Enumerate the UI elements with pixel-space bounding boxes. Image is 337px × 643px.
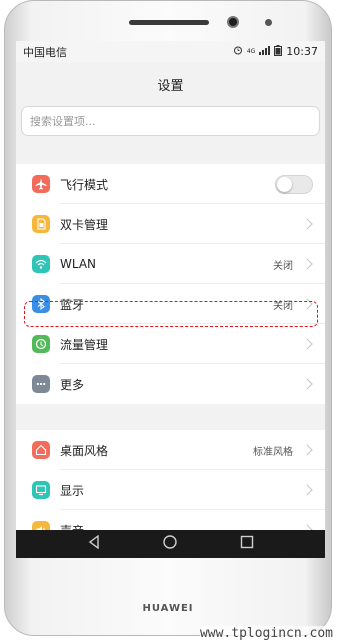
screen: 中国电信 4G 10:37 设置 搜索设置项... 飞行模式 双卡管理 WLAN… xyxy=(16,41,325,558)
status-icons: 4G 10:37 xyxy=(233,44,318,59)
settings-row[interactable]: 桌面风格 标准风格 xyxy=(16,430,325,470)
home-icon[interactable] xyxy=(163,535,178,553)
settings-row[interactable]: 更多 xyxy=(16,364,325,404)
airplane-mode-toggle[interactable] xyxy=(275,174,313,194)
home-style-icon xyxy=(32,441,50,459)
navigation-bar xyxy=(16,530,325,558)
settings-row-value: 关闭 xyxy=(273,300,293,312)
settings-row-label: WLAN xyxy=(60,257,97,271)
front-camera-icon xyxy=(227,16,239,28)
settings-row[interactable]: 流量管理 xyxy=(16,324,325,364)
chevron-right-icon xyxy=(301,218,313,230)
phone-frame: 中国电信 4G 10:37 设置 搜索设置项... 飞行模式 双卡管理 WLAN… xyxy=(4,0,332,636)
settings-group-connectivity: 飞行模式 双卡管理 WLAN 关闭 蓝牙 关闭 流量管理 更多 xyxy=(16,164,325,404)
phone-top-bezel xyxy=(5,1,331,41)
battery-icon xyxy=(274,44,283,59)
settings-row-label: 显示 xyxy=(60,483,85,498)
data-usage-icon xyxy=(32,335,50,353)
search-input[interactable]: 搜索设置项... xyxy=(21,106,320,136)
status-bar: 中国电信 4G 10:37 xyxy=(16,41,325,62)
chevron-right-icon xyxy=(301,298,313,310)
airplane-icon xyxy=(32,175,50,193)
bluetooth-icon xyxy=(32,295,50,313)
chevron-right-icon xyxy=(301,258,313,270)
settings-row-label: 更多 xyxy=(60,377,85,392)
settings-row-label: 蓝牙 xyxy=(60,297,85,312)
brand-logo: HUAWEI xyxy=(142,603,194,614)
wifi-icon xyxy=(32,255,50,273)
settings-row-label: 双卡管理 xyxy=(60,217,109,232)
settings-row[interactable]: 显示 xyxy=(16,470,325,510)
alarm-icon xyxy=(233,45,243,58)
proximity-sensor xyxy=(265,19,272,26)
network-type-label: 4G xyxy=(246,48,256,55)
chevron-right-icon xyxy=(301,444,313,456)
settings-row-value: 标准风格 xyxy=(253,446,293,458)
clock: 10:37 xyxy=(286,45,318,58)
page-title: 设置 xyxy=(157,78,184,94)
search-placeholder: 搜索设置项... xyxy=(30,115,96,128)
signal-icon xyxy=(259,45,271,58)
settings-row[interactable]: 蓝牙 关闭 xyxy=(16,284,325,324)
recent-apps-icon[interactable] xyxy=(240,535,254,553)
settings-row-label: 飞行模式 xyxy=(60,177,109,192)
settings-row[interactable]: 双卡管理 xyxy=(16,204,325,244)
display-icon xyxy=(32,481,50,499)
settings-row[interactable]: WLAN 关闭 xyxy=(16,244,325,284)
chevron-right-icon xyxy=(301,338,313,350)
sim-card-icon xyxy=(32,215,50,233)
settings-row-label: 桌面风格 xyxy=(60,443,109,458)
settings-row[interactable]: 飞行模式 xyxy=(16,164,325,204)
back-icon[interactable] xyxy=(87,534,101,553)
earpiece-speaker xyxy=(129,20,209,25)
settings-row-value: 关闭 xyxy=(273,260,293,272)
carrier-name: 中国电信 xyxy=(23,45,67,59)
watermark: www.tplogincn.com xyxy=(199,626,333,641)
settings-row-label: 流量管理 xyxy=(60,337,109,352)
chevron-right-icon xyxy=(301,378,313,390)
more-icon xyxy=(32,375,50,393)
chevron-right-icon xyxy=(301,484,313,496)
